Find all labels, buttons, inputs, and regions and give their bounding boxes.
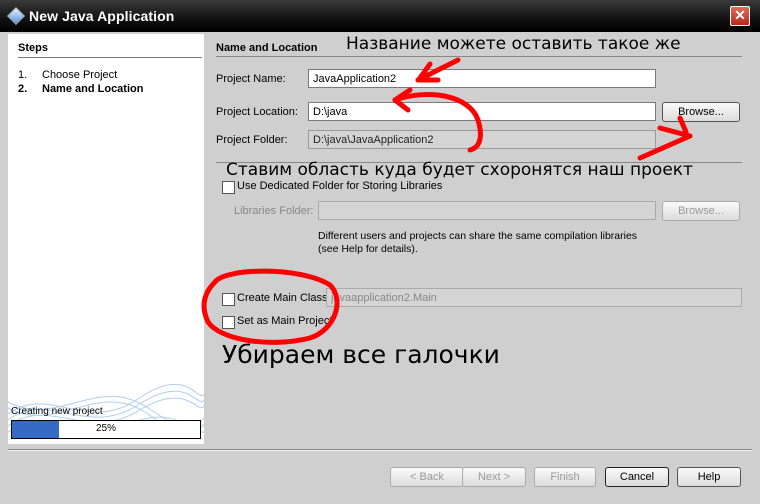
circle-checkboxes: [201, 268, 340, 345]
red-scribble-annotations: [201, 57, 693, 345]
arrow-browse: [637, 133, 693, 161]
annotation-bottom: Убираем все галочки: [222, 340, 500, 369]
annotation-middle: Ставим область куда будет схоронятся наш…: [226, 160, 693, 180]
dialog-window: New Java Application ✕ Steps 1. Choose Pr…: [0, 0, 760, 504]
annotation-top: Название можете оставить такое же: [346, 34, 681, 54]
arrow-project-location: [392, 92, 483, 153]
